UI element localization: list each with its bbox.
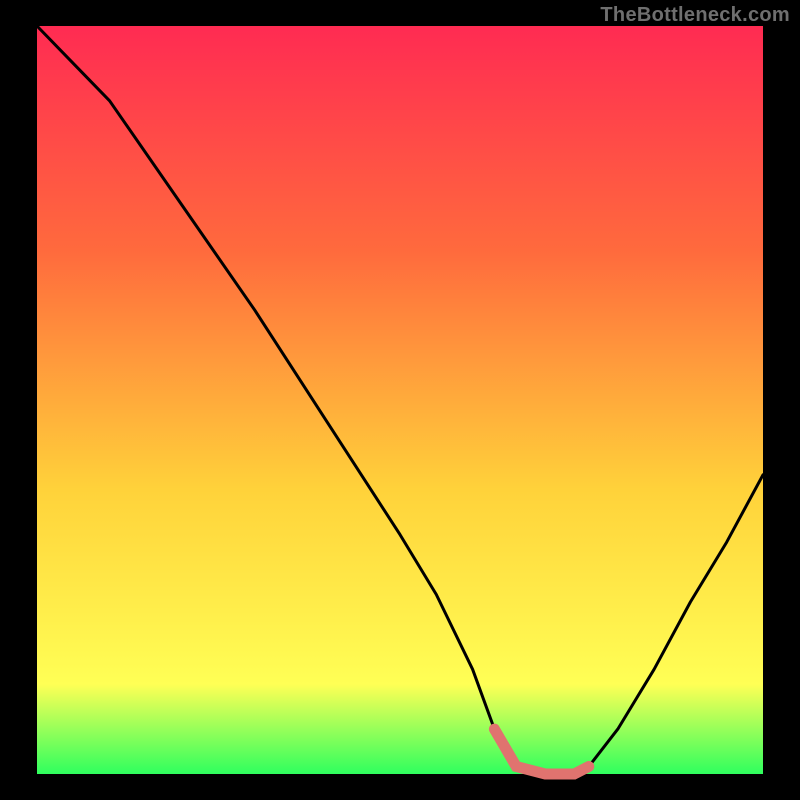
plot-area <box>37 26 763 774</box>
attribution-label: TheBottleneck.com <box>600 4 790 27</box>
chart-root: TheBottleneck.com <box>0 0 800 800</box>
chart-svg <box>0 0 800 800</box>
